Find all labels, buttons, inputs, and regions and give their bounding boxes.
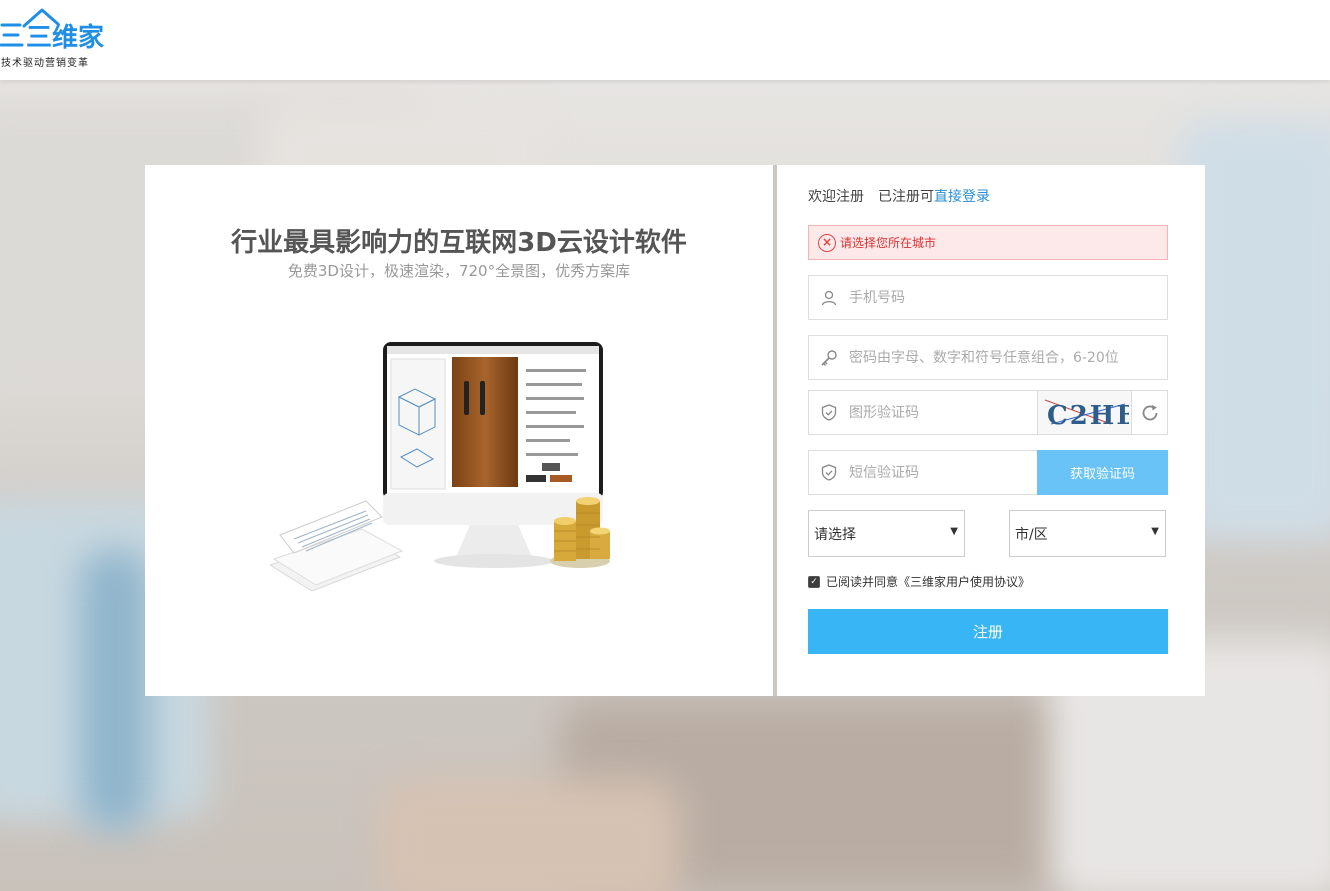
logo-slogan: 技术驱动营销变革 bbox=[1, 58, 89, 69]
province-select-value: 请选择 bbox=[814, 526, 856, 543]
checkmark-icon: ✓ bbox=[810, 576, 818, 587]
register-card: 行业最具影响力的互联网3D云设计软件 免费3D设计，极速渲染，720°全景图，优… bbox=[145, 165, 1205, 696]
login-link[interactable]: 直接登录 bbox=[934, 189, 990, 205]
register-button[interactable]: 注册 bbox=[808, 609, 1168, 654]
shield-check-icon bbox=[809, 391, 849, 434]
error-close-icon: × bbox=[818, 233, 836, 252]
monitor-illustration-icon bbox=[270, 342, 610, 592]
promo-panel: 行业最具影响力的互联网3D云设计软件 免费3D设计，极速渲染，720°全景图，优… bbox=[145, 165, 773, 696]
welcome-title: 欢迎注册 bbox=[808, 189, 864, 205]
captcha-text: C2HB bbox=[1047, 401, 1129, 431]
phone-field bbox=[808, 275, 1168, 320]
captcha-image[interactable]: C2HB bbox=[1037, 391, 1131, 434]
city-select-value: 市/区 bbox=[1015, 526, 1048, 543]
city-select[interactable]: 市/区 ▼ bbox=[1009, 510, 1166, 557]
password-field bbox=[808, 335, 1168, 380]
promo-subtitle: 免费3D设计，极速渲染，720°全景图，优秀方案库 bbox=[287, 262, 631, 280]
captcha-field: C2HB bbox=[808, 390, 1168, 435]
registered-prefix: 已注册可 bbox=[878, 189, 934, 205]
agreement-text[interactable]: 已阅读并同意《三维家用户使用协议》 bbox=[826, 573, 1030, 590]
agreement-checkbox[interactable]: ✓ bbox=[808, 575, 820, 588]
user-icon bbox=[809, 276, 849, 319]
error-message: 请选择您所在城市 bbox=[840, 236, 937, 250]
shield-check-icon bbox=[809, 451, 849, 494]
province-select[interactable]: 请选择 ▼ bbox=[808, 510, 965, 557]
sms-field: 获取验证码 bbox=[808, 450, 1168, 495]
register-form: 欢迎注册 已注册可直接登录 × 请选择您所在城市 手机号码 图形验证码 C2H … bbox=[777, 165, 1205, 696]
phone-input[interactable] bbox=[849, 276, 1167, 319]
password-input[interactable] bbox=[849, 336, 1167, 379]
caret-down-icon: ▼ bbox=[950, 526, 958, 537]
refresh-icon[interactable] bbox=[1131, 391, 1167, 434]
error-alert: × 请选择您所在城市 bbox=[808, 225, 1168, 260]
welcome-line: 欢迎注册 已注册可直接登录 bbox=[808, 186, 990, 206]
captcha-input[interactable] bbox=[849, 391, 1037, 434]
agreement-row: ✓ 已阅读并同意《三维家用户使用协议》 bbox=[808, 573, 1030, 590]
promo-title: 行业最具影响力的互联网3D云设计软件 bbox=[231, 228, 687, 258]
brand-logo[interactable]: 三维家 技术驱动营销变革 bbox=[0, 6, 106, 69]
key-icon bbox=[809, 336, 849, 379]
top-header: 三维家 技术驱动营销变革 bbox=[0, 0, 1330, 80]
get-sms-code-button[interactable]: 获取验证码 bbox=[1037, 450, 1168, 495]
svg-text:三维家: 三维家 bbox=[26, 22, 104, 50]
sms-code-input[interactable] bbox=[849, 451, 1037, 494]
logo-mark-icon: 三维家 bbox=[0, 8, 104, 50]
caret-down-icon: ▼ bbox=[1151, 526, 1159, 537]
